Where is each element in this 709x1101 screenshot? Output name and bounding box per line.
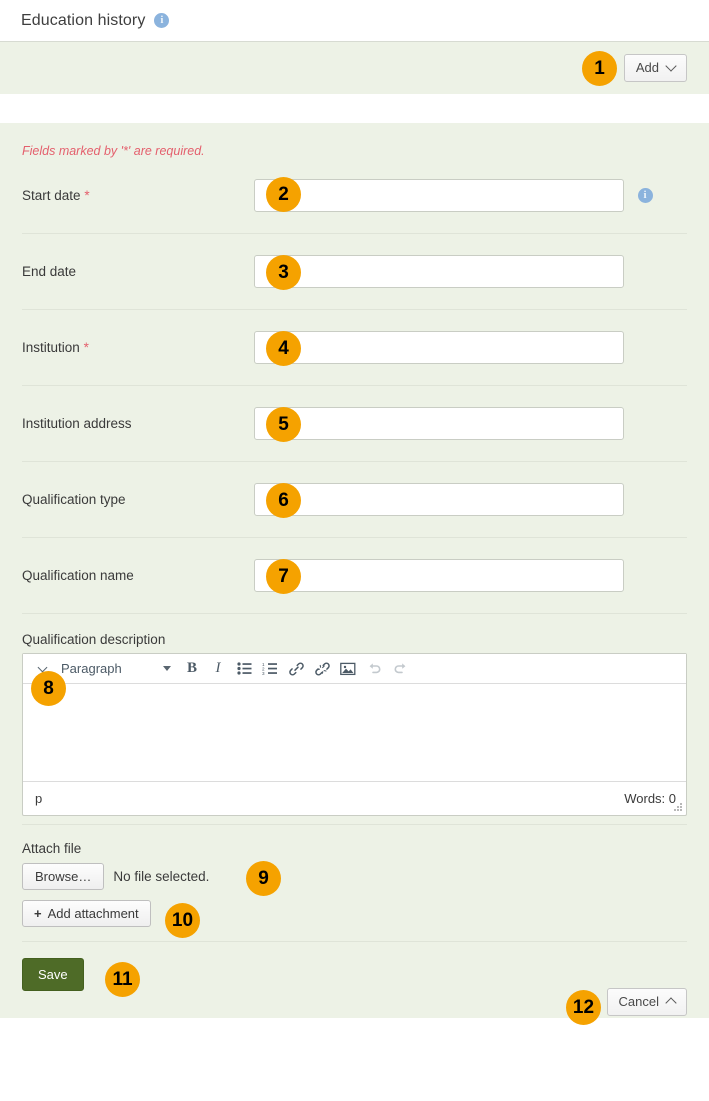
italic-label: I — [216, 660, 221, 677]
annotation-badge-6: 6 — [266, 483, 301, 518]
editor-content-area[interactable] — [23, 684, 686, 781]
format-dropdown[interactable]: Paragraph — [55, 656, 179, 682]
link-icon[interactable] — [283, 656, 309, 682]
unlink-icon[interactable] — [309, 656, 335, 682]
form-row-start-date: Start date * 2 — [22, 158, 687, 234]
file-input-row: Browse… No file selected. — [22, 863, 687, 890]
required-asterisk: * — [84, 340, 89, 355]
label-qualification-type: Qualification type — [22, 492, 254, 507]
cancel-row: 12 Cancel — [607, 988, 687, 1016]
undo-icon[interactable] — [361, 656, 387, 682]
add-attachment-label: Add attachment — [48, 906, 139, 921]
annotation-badge-12: 12 — [566, 990, 601, 1025]
label-qualification-name: Qualification name — [22, 568, 254, 583]
info-icon[interactable] — [154, 13, 169, 28]
editor-word-count: Words: 0 — [624, 791, 676, 806]
annotation-badge-4: 4 — [266, 331, 301, 366]
editor-toolbar: Paragraph B I 1 — [23, 654, 686, 684]
annotation-badge-5: 5 — [266, 407, 301, 442]
qualification-type-input[interactable] — [254, 483, 624, 516]
annotation-badge-7: 7 — [266, 559, 301, 594]
annotation-badge-1: 1 — [582, 51, 617, 86]
education-history-page: Education history 1 Add Fields marked by… — [0, 0, 709, 1101]
chevron-down-icon — [665, 61, 676, 72]
qualification-name-input[interactable] — [254, 559, 624, 592]
caret-down-icon — [163, 666, 171, 671]
institution-address-input[interactable] — [254, 407, 624, 440]
label-end-date: End date — [22, 264, 254, 279]
field-wrap-institution-address — [254, 407, 687, 440]
label-qualification-description: Qualification description — [22, 632, 687, 647]
label-text: Qualification name — [22, 568, 134, 583]
editor-element-path: p — [35, 791, 42, 806]
cancel-button[interactable]: Cancel — [607, 988, 687, 1016]
add-toolbar: 1 Add — [0, 41, 709, 94]
section-gap — [0, 94, 709, 123]
label-text: Start date — [22, 188, 81, 203]
field-wrap-end-date — [254, 255, 687, 288]
browse-button[interactable]: Browse… — [22, 863, 104, 890]
label-institution: Institution * — [22, 340, 254, 355]
field-wrap-start-date — [254, 179, 687, 212]
label-institution-address: Institution address — [22, 416, 254, 431]
rich-text-editor: Paragraph B I 1 — [22, 653, 687, 816]
italic-icon[interactable]: I — [205, 656, 231, 682]
info-icon[interactable] — [638, 188, 653, 203]
start-date-input[interactable] — [254, 179, 624, 212]
annotation-badge-11: 11 — [105, 962, 140, 997]
svg-text:3: 3 — [262, 671, 265, 675]
institution-input[interactable] — [254, 331, 624, 364]
page-header: Education history — [0, 0, 709, 41]
chevron-up-icon — [665, 997, 676, 1008]
qualification-description-block: Qualification description 8 Paragraph B … — [22, 614, 687, 825]
end-date-input[interactable] — [254, 255, 624, 288]
form-row-institution-address: Institution address 5 — [22, 386, 687, 462]
form-row-end-date: End date 3 — [22, 234, 687, 310]
cancel-button-label: Cancel — [619, 995, 659, 1009]
numbered-list-icon[interactable]: 1 2 3 — [257, 656, 283, 682]
no-file-selected-text: No file selected. — [113, 869, 209, 884]
form-row-institution: Institution * 4 — [22, 310, 687, 386]
page-title: Education history — [21, 12, 145, 30]
add-button-label: Add — [636, 61, 659, 75]
label-start-date: Start date * — [22, 188, 254, 203]
annotation-badge-2: 2 — [266, 177, 301, 212]
required-asterisk: * — [84, 188, 89, 203]
image-icon[interactable] — [335, 656, 361, 682]
bold-icon[interactable]: B — [179, 656, 205, 682]
label-text: Institution — [22, 340, 80, 355]
annotation-badge-9: 9 — [246, 861, 281, 896]
form-footer: Save 11 12 Cancel — [22, 942, 687, 1018]
bullet-list-icon[interactable] — [231, 656, 257, 682]
form-row-qualification-type: Qualification type 6 — [22, 462, 687, 538]
label-text: Qualification type — [22, 492, 126, 507]
field-wrap-qualification-type — [254, 483, 687, 516]
start-date-hint — [632, 188, 658, 203]
format-dropdown-label: Paragraph — [61, 661, 122, 676]
annotation-badge-8: 8 — [31, 671, 66, 706]
label-attach-file: Attach file — [22, 841, 687, 856]
redo-icon[interactable] — [387, 656, 413, 682]
add-attachment-button[interactable]: + Add attachment — [22, 900, 151, 927]
form-row-qualification-name: Qualification name 7 — [22, 538, 687, 614]
education-history-form: Fields marked by '*' are required. Start… — [0, 123, 709, 1018]
label-text: End date — [22, 264, 76, 279]
field-wrap-qualification-name — [254, 559, 687, 592]
plus-icon: + — [34, 906, 42, 921]
label-text: Institution address — [22, 416, 132, 431]
annotation-badge-10: 10 — [165, 903, 200, 938]
field-wrap-institution — [254, 331, 687, 364]
annotation-badge-3: 3 — [266, 255, 301, 290]
editor-status-bar: p Words: 0 — [23, 781, 686, 815]
required-fields-note: Fields marked by '*' are required. — [22, 123, 687, 158]
resize-grip-icon[interactable] — [673, 803, 683, 813]
add-button[interactable]: Add — [624, 54, 687, 82]
bold-label: B — [187, 660, 197, 677]
attach-file-block: Attach file 9 10 Browse… No file selecte… — [22, 825, 687, 942]
save-button[interactable]: Save — [22, 958, 84, 991]
